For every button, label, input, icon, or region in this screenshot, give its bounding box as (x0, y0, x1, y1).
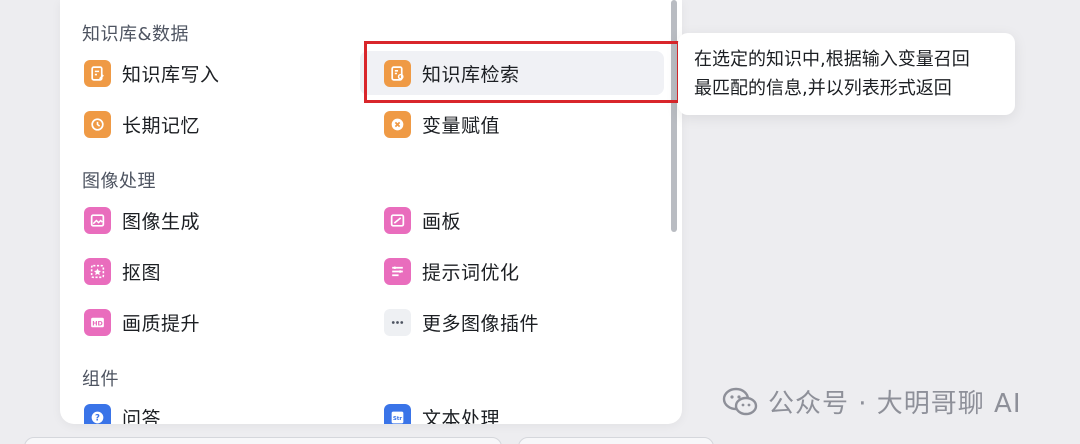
memory-icon (84, 110, 111, 138)
prompt-optimize-icon (384, 257, 411, 285)
variable-icon (384, 110, 411, 138)
menu-item-variable-assign[interactable]: 变量赋值 (360, 102, 664, 146)
bottom-node-card-left (24, 437, 502, 444)
stage: 知识库&数据 知识库写入 知识库检索 长期记忆 变量赋值 图像处理 图像生成 画… (0, 0, 1080, 444)
image-generate-icon (84, 206, 111, 234)
svg-text:?: ? (95, 413, 100, 423)
section-title-components: 组件 (82, 369, 119, 390)
menu-item-label: 问答 (122, 407, 162, 425)
bottom-node-card-right (518, 437, 714, 444)
menu-item-label: 图像生成 (122, 210, 201, 233)
tooltip: 在选定的知识中,根据输入变量召回 最匹配的信息,并以列表形式返回 (678, 33, 1015, 115)
menu-item-qa[interactable]: ? 问答 (60, 395, 350, 424)
menu-item-label: 长期记忆 (122, 114, 201, 137)
text-process-icon: Str (384, 403, 411, 424)
menu-item-long-term-memory[interactable]: 长期记忆 (60, 102, 350, 146)
menu-item-label: 知识库写入 (122, 63, 220, 86)
canvas-icon (384, 206, 411, 234)
menu-item-quality-upscale[interactable]: HD 画质提升 (60, 300, 350, 344)
hd-icon: HD (84, 308, 111, 336)
knowledge-write-icon (84, 59, 111, 87)
scrollbar-thumb[interactable] (671, 0, 677, 232)
wechat-icon (722, 387, 758, 415)
tooltip-line-1: 在选定的知识中,根据输入变量召回 (694, 49, 970, 70)
menu-item-label: 提示词优化 (422, 261, 520, 284)
menu-item-prompt-optimize[interactable]: 提示词优化 (360, 249, 664, 293)
menu-item-canvas[interactable]: 画板 (360, 198, 664, 242)
menu-item-image-generate[interactable]: 图像生成 (60, 198, 350, 242)
svg-text:HD: HD (92, 319, 103, 327)
watermark-text: 公众号 · 大明哥聊 AI (768, 389, 1022, 419)
menu-item-cutout[interactable]: 抠图 (60, 249, 350, 293)
more-icon (384, 308, 411, 336)
section-title-knowledge: 知识库&数据 (82, 24, 190, 45)
menu-item-label: 更多图像插件 (422, 312, 540, 335)
svg-text:Str: Str (393, 415, 403, 421)
menu-item-label: 画板 (422, 210, 462, 233)
menu-item-text-process[interactable]: Str 文本处理 (360, 395, 664, 424)
menu-item-more-image-plugins[interactable]: 更多图像插件 (360, 300, 664, 344)
menu-item-label: 画质提升 (122, 312, 201, 335)
tooltip-line-2: 最匹配的信息,并以列表形式返回 (694, 78, 952, 99)
menu-item-label: 文本处理 (422, 407, 501, 425)
menu-item-label: 抠图 (122, 261, 162, 284)
cutout-icon (84, 257, 111, 285)
section-title-image: 图像处理 (82, 171, 156, 192)
watermark: 公众号 · 大明哥聊 AI (722, 383, 1022, 420)
question-icon: ? (84, 403, 111, 424)
menu-item-knowledge-write[interactable]: 知识库写入 (60, 51, 350, 95)
highlight-box (364, 41, 680, 103)
menu-item-label: 变量赋值 (422, 114, 501, 137)
